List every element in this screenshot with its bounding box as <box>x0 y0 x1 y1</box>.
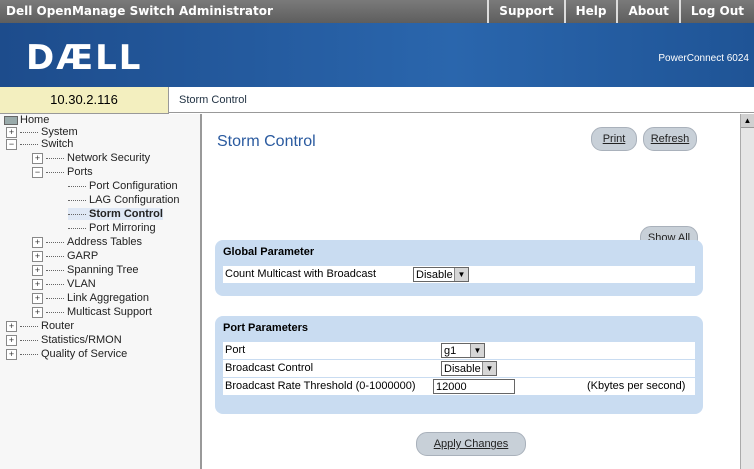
count-multicast-select[interactable]: Disable ▼ <box>413 267 469 282</box>
tree-ports[interactable]: − Ports <box>32 166 93 178</box>
top-bar: Dell OpenManage Switch Administrator Sup… <box>0 0 754 23</box>
chevron-down-icon: ▼ <box>482 362 496 375</box>
collapse-icon[interactable]: − <box>32 166 43 178</box>
port-select[interactable]: g1 ▼ <box>441 343 485 358</box>
broadcast-control-row: Broadcast Control Disable ▼ <box>223 360 695 377</box>
broadcast-rate-unit: (Kbytes per second) <box>587 380 686 392</box>
support-link[interactable]: Support <box>487 0 563 23</box>
expand-icon[interactable]: + <box>32 152 43 164</box>
global-parameter-panel: Global Parameter Count Multicast with Br… <box>215 240 703 296</box>
print-button[interactable]: Print <box>591 127 637 151</box>
tree-network-security[interactable]: + Network Security <box>32 152 150 164</box>
port-label: Port <box>225 344 246 356</box>
chevron-down-icon: ▼ <box>454 268 468 281</box>
expand-icon[interactable]: + <box>32 278 43 290</box>
logout-link[interactable]: Log Out <box>678 0 754 23</box>
broadcast-rate-label: Broadcast Rate Threshold (0-1000000) <box>225 380 416 392</box>
expand-icon[interactable]: + <box>6 348 17 360</box>
tree-link-aggregation[interactable]: + Link Aggregation <box>32 292 149 304</box>
tree-home[interactable]: Home <box>4 114 49 126</box>
tree-statistics-rmon[interactable]: + Statistics/RMON <box>6 334 122 346</box>
banner: DÆLL PowerConnect 6024 <box>0 23 754 87</box>
count-multicast-label: Count Multicast with Broadcast <box>225 268 377 280</box>
expand-icon[interactable]: + <box>6 126 17 138</box>
port-parameters-title: Port Parameters <box>223 322 308 334</box>
tree-router[interactable]: + Router <box>6 320 74 332</box>
expand-icon[interactable]: + <box>32 306 43 318</box>
navigation-tree: Home + System − Switch + Network Security −… <box>0 114 202 469</box>
tree-port-configuration[interactable]: Port Configuration <box>68 180 178 192</box>
port-parameters-panel: Port Parameters Port g1 ▼ Broadcast Cont… <box>215 316 703 414</box>
vertical-scrollbar[interactable]: ▲ <box>740 114 754 469</box>
count-multicast-row: Count Multicast with Broadcast Disable ▼ <box>223 266 695 283</box>
expand-icon[interactable]: + <box>32 250 43 262</box>
dell-logo: DÆLL <box>26 38 143 78</box>
collapse-icon[interactable]: − <box>6 138 17 150</box>
broadcast-control-label: Broadcast Control <box>225 362 314 374</box>
tree-multicast-support[interactable]: + Multicast Support <box>32 306 152 318</box>
chevron-down-icon: ▼ <box>470 344 484 357</box>
tree-storm-control[interactable]: Storm Control <box>68 208 163 220</box>
expand-icon[interactable]: + <box>6 320 17 332</box>
tree-garp[interactable]: + GARP <box>32 250 98 262</box>
tree-system[interactable]: + System <box>6 126 78 138</box>
page-title: Storm Control <box>217 133 316 150</box>
expand-icon[interactable]: + <box>32 292 43 304</box>
expand-icon[interactable]: + <box>6 334 17 346</box>
broadcast-control-select[interactable]: Disable ▼ <box>441 361 497 376</box>
expand-icon[interactable]: + <box>32 264 43 276</box>
tree-switch[interactable]: − Switch <box>6 138 73 150</box>
port-row: Port g1 ▼ <box>223 342 695 359</box>
scroll-up-icon[interactable]: ▲ <box>741 114 754 128</box>
about-link[interactable]: About <box>616 0 678 23</box>
help-link[interactable]: Help <box>563 0 617 23</box>
tree-quality-of-service[interactable]: + Quality of Service <box>6 348 127 360</box>
app-title: Dell OpenManage Switch Administrator <box>6 4 273 18</box>
top-links: Support Help About Log Out <box>487 0 754 23</box>
device-ip: 10.30.2.116 <box>0 87 169 114</box>
apply-changes-button[interactable]: Apply Changes <box>416 432 526 456</box>
refresh-button[interactable]: Refresh <box>643 127 697 151</box>
broadcast-rate-row: Broadcast Rate Threshold (0-1000000) (Kb… <box>223 378 695 395</box>
tree-vlan[interactable]: + VLAN <box>32 278 96 290</box>
broadcast-rate-input[interactable] <box>433 379 515 394</box>
tree-spanning-tree[interactable]: + Spanning Tree <box>32 264 139 276</box>
home-icon <box>4 115 18 125</box>
global-parameter-title: Global Parameter <box>223 246 315 258</box>
product-name: PowerConnect 6024 <box>658 53 749 64</box>
breadcrumb: Storm Control <box>169 87 754 113</box>
main-content: Storm Control Print Refresh Show All Glo… <box>203 114 740 469</box>
tree-lag-configuration[interactable]: LAG Configuration <box>68 194 180 206</box>
expand-icon[interactable]: + <box>32 236 43 248</box>
tree-port-mirroring[interactable]: Port Mirroring <box>68 222 156 234</box>
tree-address-tables[interactable]: + Address Tables <box>32 236 142 248</box>
